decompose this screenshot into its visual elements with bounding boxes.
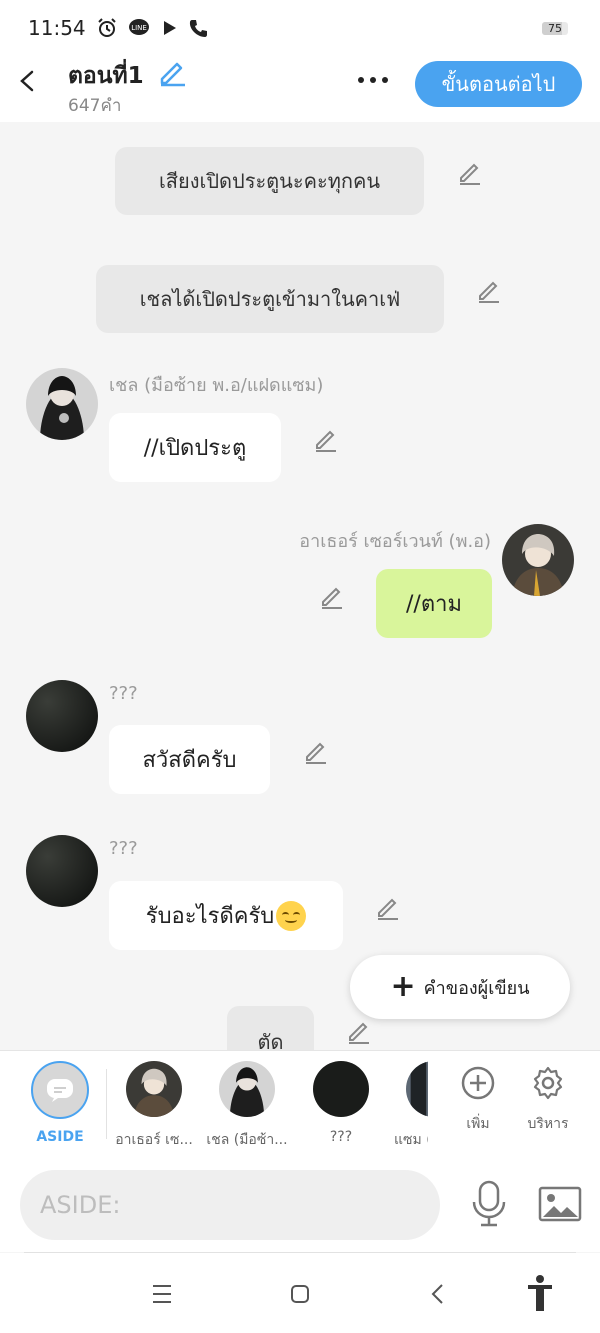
edit-pencil-icon[interactable] (345, 1017, 373, 1045)
message-text: รับอะไรดีครับ (145, 904, 275, 929)
character-name: ??? (109, 838, 138, 859)
avatar-unknown[interactable] (26, 680, 98, 752)
edit-pencil-icon[interactable] (456, 158, 484, 186)
next-step-button[interactable]: ขั้นตอนต่อไป (415, 61, 582, 107)
aside-chat-icon (31, 1061, 89, 1119)
message-bubble[interactable]: //ตาม (376, 569, 492, 638)
back-nav-icon[interactable] (418, 1277, 458, 1311)
status-bar: 11:54 LINE 75 (0, 0, 600, 56)
character-selector: ASIDE อาเธอร์ เซ... เชล (มือซ้า... ??? แ… (0, 1050, 600, 1158)
character-avatar (126, 1061, 182, 1117)
message-bubble[interactable]: รับอะไรดีครับ (109, 881, 343, 950)
character-name: ??? (109, 683, 138, 704)
add-circle-icon (461, 1066, 495, 1100)
narration-bubble[interactable]: ตัด (227, 1006, 314, 1050)
edit-pencil-icon[interactable] (475, 276, 503, 304)
message-bubble[interactable]: //เปิดประตู (109, 413, 281, 482)
image-icon[interactable] (538, 1180, 582, 1228)
avatar-unknown[interactable] (26, 835, 98, 907)
character-name: เชล (มือซ้าย พ.อ/แฝดแซม) (109, 375, 324, 396)
character-aside[interactable]: ASIDE (16, 1061, 104, 1145)
microphone-icon[interactable] (467, 1180, 511, 1228)
avatar-arthur[interactable] (502, 524, 574, 596)
word-count: 647คำ (68, 96, 122, 116)
character-label: ASIDE (36, 1129, 84, 1145)
back-arrow-icon[interactable] (16, 64, 40, 98)
character-avatar (219, 1061, 275, 1117)
character-unknown[interactable]: ??? (297, 1061, 385, 1145)
divider (106, 1069, 107, 1139)
system-nav-bar (0, 1253, 600, 1333)
message-bubble[interactable]: สวัสดีครับ (109, 725, 270, 794)
message-input[interactable] (20, 1170, 440, 1240)
character-avatar (406, 1061, 428, 1117)
alarm-icon (97, 18, 116, 37)
character-label: แซม ( (394, 1132, 428, 1148)
add-label: เพิ่ม (466, 1116, 490, 1132)
status-time: 11:54 (28, 16, 86, 40)
manage-button[interactable]: บริหาร (518, 1065, 578, 1135)
battery-percent: 75 (548, 22, 562, 35)
more-options-icon[interactable] (353, 68, 393, 92)
character-avatar (313, 1061, 369, 1117)
edit-pencil-icon[interactable] (302, 737, 330, 765)
play-store-icon (163, 21, 176, 35)
character-name: อาเธอร์ เซอร์เวนท์ (พ.อ) (299, 531, 491, 552)
edit-pencil-icon[interactable] (312, 425, 340, 453)
narration-bubble[interactable]: เสียงเปิดประตูนะคะทุกคน (115, 147, 424, 215)
battery-indicator: 75 (542, 22, 568, 35)
home-icon[interactable] (280, 1277, 320, 1311)
character-label: ??? (329, 1129, 353, 1145)
accessibility-icon[interactable] (520, 1273, 560, 1313)
line-app-icon: LINE (128, 19, 149, 35)
smiling-face-emoji-icon (276, 900, 307, 931)
character-label: เชล (มือซ้า... (206, 1132, 288, 1148)
chat-area: เสียงเปิดประตูนะคะทุกคน เชลได้เปิดประตูเ… (0, 122, 600, 1050)
edit-pencil-icon[interactable] (374, 893, 402, 921)
author-note-button[interactable]: + คำของผู้เขียน (350, 955, 570, 1019)
avatar-shell[interactable] (26, 368, 98, 440)
character-sam[interactable]: แซม ( (384, 1061, 428, 1151)
manage-label: บริหาร (527, 1116, 569, 1132)
plus-icon: + (390, 969, 416, 1004)
svg-text:LINE: LINE (131, 24, 147, 32)
phone-icon (189, 20, 207, 37)
input-bar (0, 1158, 600, 1252)
add-character-button[interactable]: เพิ่ม (448, 1065, 508, 1135)
character-arthur[interactable]: อาเธอร์ เซ... (110, 1061, 198, 1151)
edit-title-icon[interactable] (157, 57, 187, 87)
narration-bubble[interactable]: เชลได้เปิดประตูเข้ามาในคาเฟ่ (96, 265, 444, 333)
author-note-label: คำของผู้เขียน (423, 977, 530, 999)
character-shell[interactable]: เชล (มือซ้า... (203, 1061, 291, 1151)
edit-pencil-icon[interactable] (318, 582, 346, 610)
character-label: อาเธอร์ เซ... (115, 1132, 193, 1148)
header: ตอนที่1 647คำ ขั้นตอนต่อไป (0, 56, 600, 122)
episode-title: ตอนที่1 (68, 63, 144, 89)
gear-icon (533, 1066, 563, 1100)
recent-apps-icon[interactable] (142, 1277, 182, 1311)
